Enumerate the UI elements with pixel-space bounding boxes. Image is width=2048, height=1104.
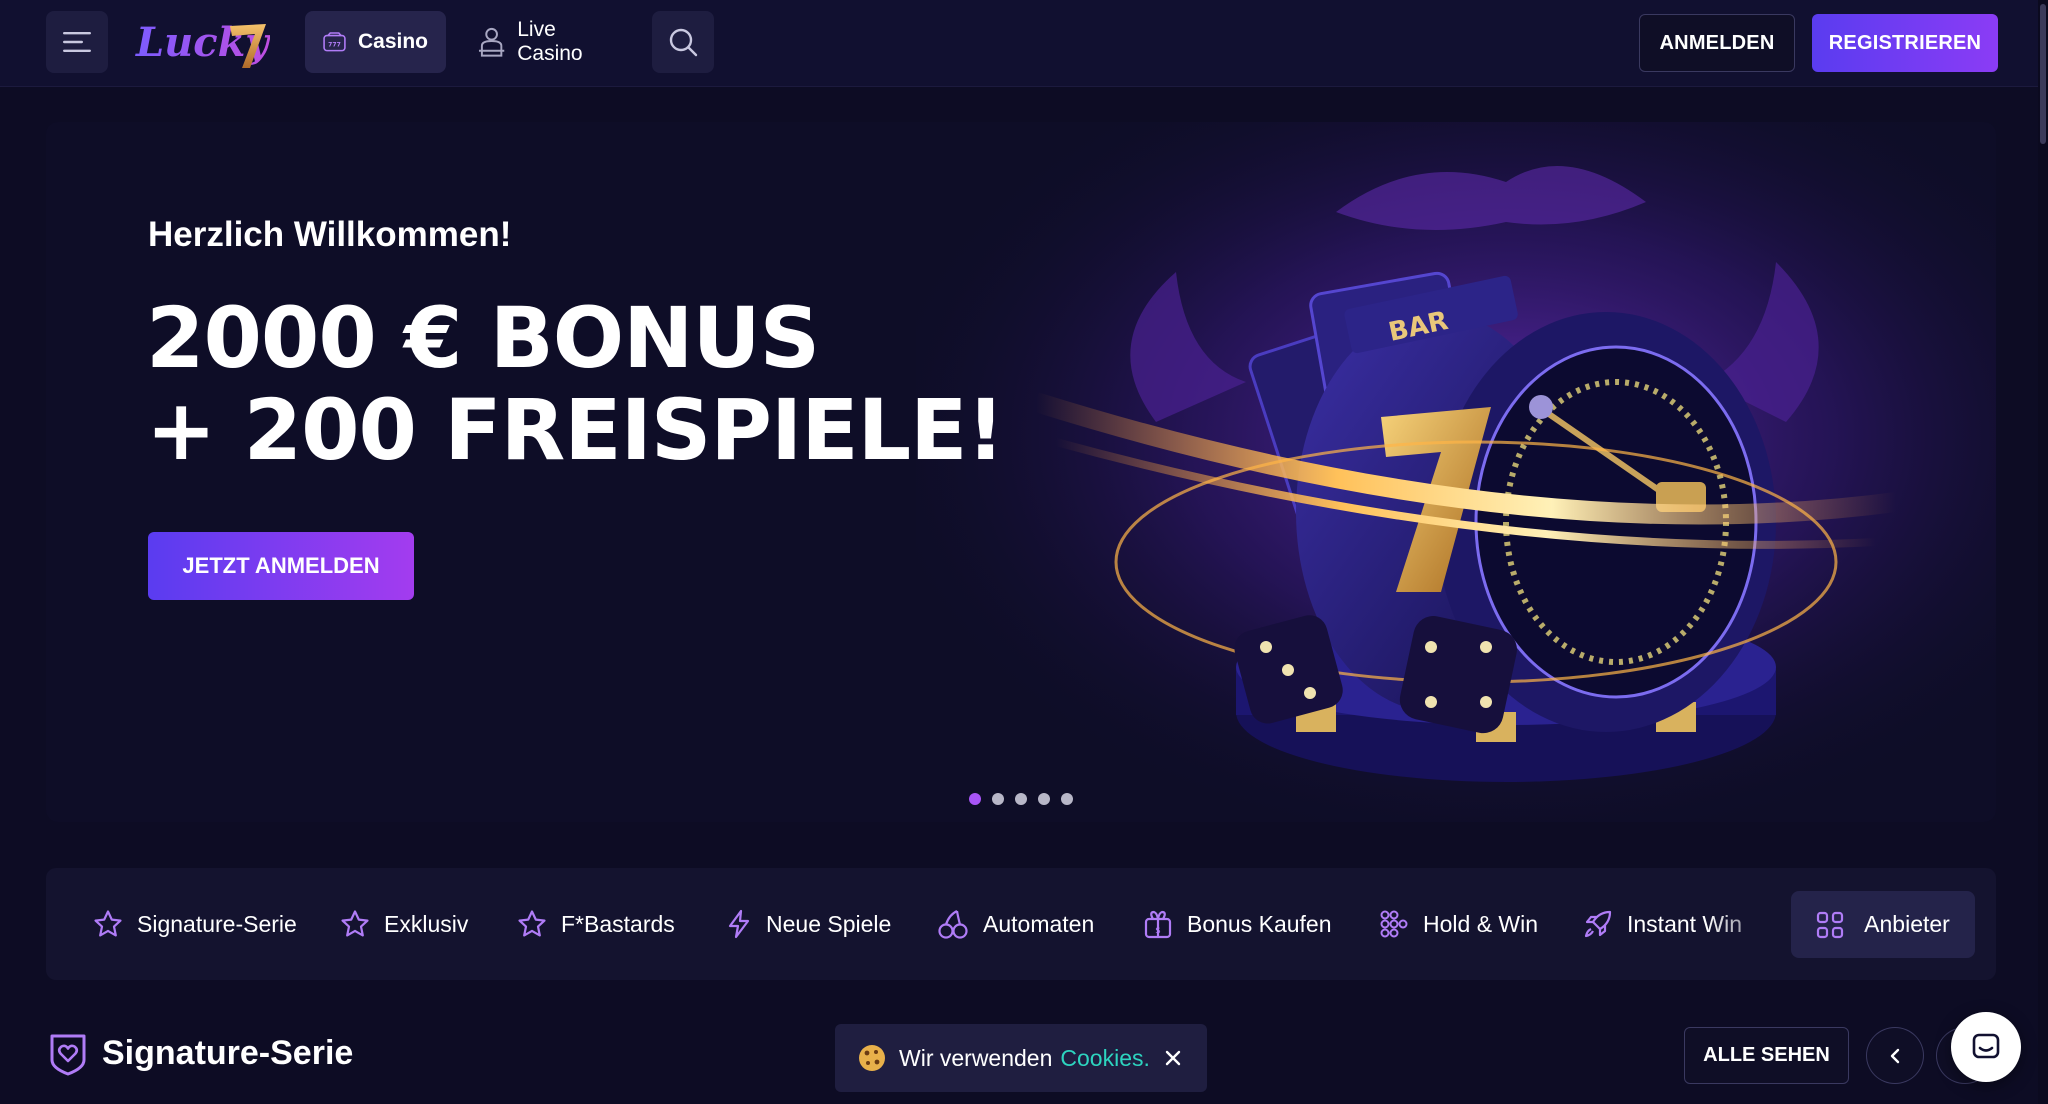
chat-button[interactable] [1951, 1012, 2021, 1082]
heart-shield-icon [50, 1034, 86, 1076]
hero-title: 2000 € BONUS + 200 FREISPIELE! [146, 292, 1046, 476]
category-f-bastards[interactable]: F*Bastards [517, 868, 675, 980]
rocket-icon [1584, 910, 1612, 938]
category-label: Automaten [983, 910, 1095, 937]
slot-machine-icon: 777 [323, 32, 346, 52]
category-exklusiv[interactable]: Exklusiv [340, 868, 468, 980]
category-fade [1706, 868, 1796, 980]
category-label: Exklusiv [384, 910, 469, 937]
scrollbar-thumb[interactable] [2040, 4, 2046, 144]
see-all-button[interactable]: ALLE SEHEN [1684, 1027, 1849, 1084]
star-icon [518, 910, 546, 937]
close-cookie-button[interactable] [1161, 1046, 1185, 1070]
hero-title-line2: + 200 FREISPIELE! [146, 381, 1005, 479]
cookie-link[interactable]: Cookies. [1060, 1045, 1149, 1072]
search-icon [669, 28, 698, 57]
category-hold-and-win[interactable]: Hold & Win [1379, 868, 1538, 980]
nav-casino[interactable]: 777 Casino [305, 11, 446, 73]
category-label: Signature-Serie [137, 910, 297, 937]
register-button[interactable]: REGISTRIEREN [1812, 14, 1998, 72]
lightning-icon [728, 909, 750, 939]
category-label: Hold & Win [1423, 910, 1539, 937]
category-automaten[interactable]: Automaten [937, 868, 1094, 980]
gift-icon: $ [1144, 910, 1172, 939]
category-bar: Signature-Serie Exklusiv F*Bastards Neue… [46, 868, 1996, 980]
star-icon [341, 910, 369, 937]
logo[interactable]: Lucky [134, 10, 271, 74]
nav-casino-label: Casino [357, 30, 428, 53]
hero-welcome: Herzlich Willkommen! [148, 215, 512, 254]
hamburger-icon [63, 32, 91, 52]
slot-machine-artwork: BAR [916, 122, 1996, 822]
section-title: Signature-Serie [102, 1034, 354, 1072]
cookie-banner: Wir verwenden Cookies. [835, 1024, 1207, 1092]
providers-button[interactable]: Anbieter [1791, 891, 1975, 958]
cookie-text: Wir verwenden [899, 1044, 1053, 1071]
carousel-dot[interactable] [1038, 793, 1050, 805]
menu-button[interactable] [46, 11, 108, 73]
carousel-dot[interactable] [1015, 793, 1027, 805]
grid-icon [1817, 911, 1844, 938]
category-signature-serie[interactable]: Signature-Serie [93, 868, 297, 980]
carousel-dot[interactable] [992, 793, 1004, 805]
category-neue-spiele[interactable]: Neue Spiele [726, 868, 891, 980]
dealer-icon [478, 27, 505, 57]
top-header: Lucky 777 Casino Live Casino ANMELDEN RE… [0, 0, 2048, 87]
svg-text:$: $ [1155, 926, 1161, 936]
close-icon [1165, 1050, 1181, 1066]
category-bonus-kaufen[interactable]: $ Bonus Kaufen [1143, 868, 1332, 980]
hero-title-line1: 2000 € BONUS [146, 289, 820, 387]
nav-live-casino-label: Live Casino [517, 18, 583, 65]
svg-text:777: 777 [328, 42, 341, 49]
dots-grid-icon [1380, 910, 1408, 938]
carousel-dot[interactable] [1061, 793, 1073, 805]
cookie-icon [859, 1045, 885, 1071]
login-button[interactable]: ANMELDEN [1639, 14, 1795, 72]
page-scrollbar[interactable] [2038, 0, 2048, 1104]
register-now-button[interactable]: JETZT ANMELDEN [148, 532, 414, 600]
carousel-dot[interactable] [969, 793, 981, 805]
providers-label: Anbieter [1864, 911, 1950, 937]
carousel-prev-button[interactable] [1866, 1027, 1924, 1084]
category-label: F*Bastards [561, 910, 675, 937]
nav-live-casino[interactable]: Live Casino [460, 11, 642, 73]
lucky7-logo-icon: Lucky [135, 19, 271, 68]
star-icon [94, 910, 122, 937]
search-button[interactable] [652, 11, 714, 73]
chevron-left-icon [1890, 1048, 1900, 1063]
category-label: Neue Spiele [766, 910, 892, 937]
carousel-dots [969, 793, 1073, 805]
hero-banner[interactable]: BAR Herzlich Willkommen! 2000 € BONUS + … [46, 122, 1996, 822]
chat-icon [1972, 1033, 2000, 1059]
category-label: Bonus Kaufen [1187, 910, 1332, 937]
cherry-icon [938, 910, 968, 939]
